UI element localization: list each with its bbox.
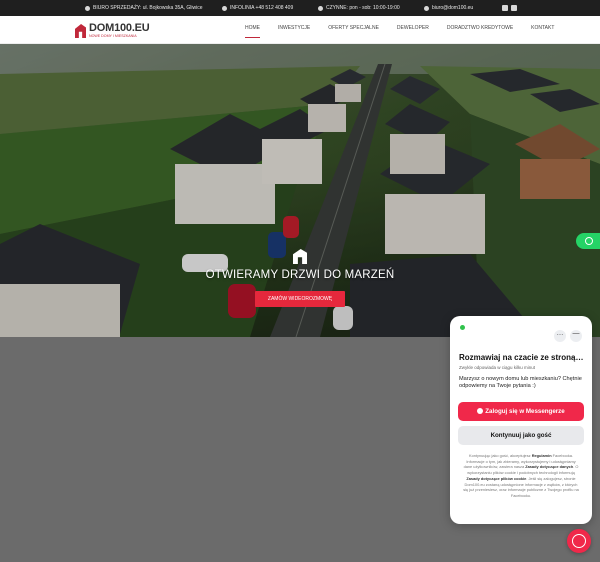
house-logo-icon — [75, 24, 86, 38]
chat-welcome-message: Marzysz o nowym domu lub mieszkaniu? Chę… — [459, 376, 582, 389]
data-policy-link[interactable]: Zasady dotyczące danych — [525, 464, 573, 469]
social-links — [502, 5, 517, 11]
chat-title: Rozmawiaj na czacie ze stroną… — [459, 353, 584, 362]
terms-link[interactable]: Regulamin — [532, 453, 552, 458]
email-text[interactable]: biuro@dom100.eu — [432, 5, 473, 11]
top-info-bar: BIURO SPRZEDAŻY: ul. Bojkowska 35A, Gliw… — [0, 0, 600, 16]
logo-tagline: NOWE DOMY I MIESZKANIA — [89, 34, 137, 38]
opening-hours: CZYNNE: pon - sob: 10:00-19:00 — [318, 5, 400, 11]
online-status-dot — [460, 325, 465, 330]
nav-doradztwo-kredytowe[interactable]: DORADZTWO KREDYTOWE — [438, 16, 522, 44]
clock-icon — [318, 5, 323, 11]
video-call-button[interactable]: ZAMÓW WIDEOROZMOWĘ — [255, 291, 345, 307]
whatsapp-icon — [585, 237, 593, 245]
legal-text-1: Kontynuując jako gość, akceptujesz — [468, 453, 532, 458]
home-icon — [85, 5, 90, 11]
main-nav: HOME INWESTYCJE OFERTY SPECJALNE DEWELOP… — [236, 16, 563, 44]
phone-icon — [222, 5, 227, 11]
nav-oferty-specjalne[interactable]: OFERTY SPECJALNE — [319, 16, 388, 44]
hero-title: OTWIERAMY DRZWI DO MARZEŃ — [205, 269, 395, 281]
cookie-policy-link[interactable]: Zasady dotyczące plików cookie — [466, 476, 526, 481]
messenger-login-button[interactable]: Zaloguj się w Messengerze — [458, 402, 584, 421]
logo-name: DOM100.EU — [89, 22, 150, 34]
site-header: DOM100.EU NOWE DOMY I MIESZKANIA HOME IN… — [0, 16, 600, 44]
minimize-chat-button[interactable]: — — [570, 330, 582, 342]
mail-icon — [424, 5, 429, 11]
whatsapp-button[interactable] — [576, 233, 600, 249]
messenger-login-label: Zaloguj się w Messengerze — [485, 408, 565, 415]
nav-kontakt[interactable]: KONTAKT — [522, 16, 563, 44]
messenger-chat-bubble[interactable] — [567, 529, 591, 553]
nav-inwestycje[interactable]: INWESTYCJE — [269, 16, 319, 44]
opening-hours-text: CZYNNE: pon - sob: 10:00-19:00 — [326, 5, 400, 11]
phone-info[interactable]: INFOLINIA +48 512 408 409 — [222, 5, 293, 11]
email-info[interactable]: biuro@dom100.eu — [424, 5, 473, 11]
messenger-icon — [572, 534, 586, 548]
office-address-text: BIURO SPRZEDAŻY: ul. Bojkowska 35A, Gliw… — [93, 5, 203, 11]
nav-deweloper[interactable]: DEWELOPER — [388, 16, 438, 44]
phone-text[interactable]: INFOLINIA +48 512 408 409 — [230, 5, 293, 11]
office-address: BIURO SPRZEDAŻY: ul. Bojkowska 35A, Gliw… — [85, 5, 202, 11]
chat-legal-text: Kontynuując jako gość, akceptujesz Regul… — [462, 453, 580, 499]
nav-home[interactable]: HOME — [236, 16, 269, 44]
messenger-icon — [477, 408, 484, 414]
facebook-icon[interactable] — [502, 5, 508, 11]
messenger-chat-popup: … — Rozmawiaj na czacie ze stroną… Zwykl… — [450, 316, 592, 524]
site-logo[interactable]: DOM100.EU NOWE DOMY I MIESZKANIA — [75, 21, 150, 41]
hero-banner: OTWIERAMY DRZWI DO MARZEŃ ZAMÓW WIDEOROZ… — [0, 44, 600, 337]
chat-subtitle: Zwykle odpowiada w ciągu kilku minut — [459, 365, 536, 370]
continue-as-guest-button[interactable]: Kontynuuj jako gość — [458, 426, 584, 445]
instagram-icon[interactable] — [511, 5, 517, 11]
more-options-button[interactable]: … — [554, 330, 566, 342]
